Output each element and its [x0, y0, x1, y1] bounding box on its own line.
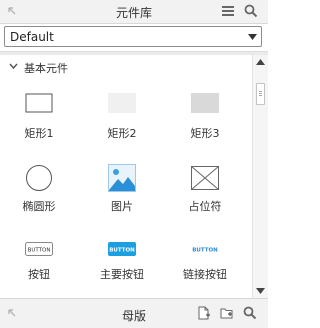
widget-rectangle-2[interactable]: 矩形2 [84, 89, 160, 159]
widget-ellipse[interactable]: 椭圆形 [1, 164, 77, 234]
widget-label: 占位符 [188, 200, 222, 213]
search-icon[interactable] [243, 306, 257, 320]
widget-primary-button[interactable]: BUTTON 主要按钮 [84, 240, 160, 298]
widget-library-header: 元件库 [0, 0, 268, 24]
rectangle-dark-fill-icon [191, 93, 219, 113]
chevron-down-icon [9, 63, 18, 70]
section-header-basic[interactable]: 基本元件 [0, 59, 240, 77]
button-icon: BUTTON [25, 242, 53, 256]
button-thumb-text: BUTTON [28, 248, 51, 254]
ellipse-icon [26, 165, 52, 191]
link-button-thumb-text: BUTTON [192, 248, 218, 254]
widget-rectangle-1[interactable]: 矩形1 [1, 89, 77, 159]
widget-label: 矩形3 [190, 127, 220, 140]
widget-button[interactable]: BUTTON 按钮 [1, 240, 77, 298]
library-select-row: Default [0, 24, 268, 49]
widget-label: 椭圆形 [22, 200, 56, 213]
widget-link-button[interactable]: BUTTON 链接按钮 [167, 240, 243, 298]
widget-placeholder[interactable]: 占位符 [167, 164, 243, 234]
widget-label: 矩形1 [24, 127, 54, 140]
library-select-value: Default [10, 30, 54, 44]
image-icon [108, 164, 136, 192]
chevron-down-icon [248, 34, 257, 40]
widget-label: 主要按钮 [100, 268, 144, 281]
widget-label: 按钮 [28, 268, 50, 281]
widget-rectangle-3[interactable]: 矩形3 [167, 89, 243, 159]
section-label: 基本元件 [24, 62, 68, 75]
rectangle-outline-icon [25, 93, 53, 113]
link-button-icon: BUTTON [192, 248, 218, 254]
vertical-scrollbar[interactable] [252, 55, 268, 298]
widget-label: 图片 [111, 200, 133, 213]
library-select[interactable]: Default [4, 26, 262, 47]
masters-panel-header: 母版 [0, 298, 268, 328]
add-folder-icon[interactable] [220, 306, 234, 320]
placeholder-icon [191, 166, 219, 190]
search-icon[interactable] [244, 4, 258, 18]
scroll-down-icon[interactable] [256, 288, 265, 294]
primary-button-icon: BUTTON [108, 242, 136, 256]
scroll-up-icon[interactable] [256, 59, 265, 65]
primary-button-thumb-text: BUTTON [109, 248, 135, 254]
widget-label: 链接按钮 [183, 268, 227, 281]
add-master-icon[interactable] [197, 306, 211, 320]
widget-image[interactable]: 图片 [84, 164, 160, 234]
rectangle-light-fill-icon [108, 93, 136, 113]
scrollbar-thumb[interactable] [256, 83, 265, 105]
widget-label: 矩形2 [107, 127, 137, 140]
menu-icon[interactable] [221, 4, 235, 18]
widget-list: 基本元件 矩形1 矩形2 矩形3 椭圆形 图片 占位符 BUTTON 按钮 BU… [0, 55, 252, 298]
